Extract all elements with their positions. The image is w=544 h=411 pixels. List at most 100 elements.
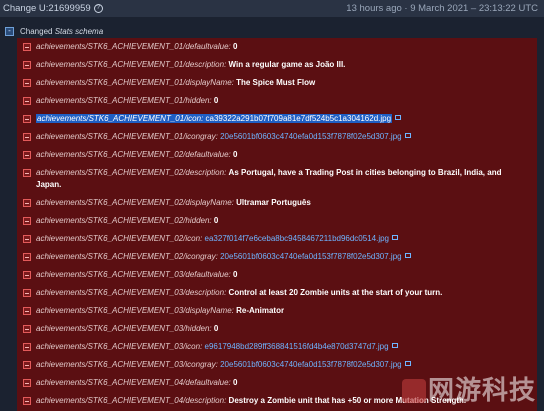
watermark: 网游科技	[427, 376, 536, 406]
watermark-logo	[402, 379, 426, 403]
row-key: achievements/STK6_ACHIEVEMENT_03/default…	[36, 270, 231, 279]
header-bar: Change U:21699959 ? 13 hours ago · 9 Mar…	[0, 0, 544, 17]
removed-icon	[23, 61, 31, 69]
schema-name: Stats schema	[54, 26, 104, 36]
removed-icon	[23, 253, 31, 261]
row-content: achievements/STK6_ACHIEVEMENT_02/icon: e…	[36, 230, 399, 248]
row-content: achievements/STK6_ACHIEVEMENT_01/hidden:…	[36, 92, 218, 110]
row-content: achievements/STK6_ACHIEVEMENT_03/hidden:…	[36, 320, 218, 338]
row-key: achievements/STK6_ACHIEVEMENT_03/hidden:	[36, 324, 212, 333]
row-key: achievements/STK6_ACHIEVEMENT_03/display…	[36, 306, 234, 315]
row-content: achievements/STK6_ACHIEVEMENT_02/hidden:…	[36, 212, 218, 230]
row-key: achievements/STK6_ACHIEVEMENT_02/default…	[36, 150, 231, 159]
row-value: Win a regular game as João III.	[228, 60, 346, 69]
diff-row: achievements/STK6_ACHIEVEMENT_02/icongra…	[17, 248, 537, 266]
collapse-icon[interactable]: -	[5, 26, 14, 36]
row-link[interactable]: 20e5601bf0603c4740efa0d153f7878f02e5d307…	[220, 360, 402, 369]
row-link[interactable]: ca39322a291b07f709a81e7df524b5c1a304162d…	[206, 114, 392, 123]
removed-icon	[23, 397, 31, 405]
row-link[interactable]: 20e5601bf0603c4740efa0d153f7878f02e5d307…	[220, 132, 402, 141]
row-key: achievements/STK6_ACHIEVEMENT_01/icongra…	[36, 132, 218, 141]
row-key: achievements/STK6_ACHIEVEMENT_01/display…	[36, 78, 234, 87]
external-link-icon[interactable]	[404, 133, 411, 139]
row-key: achievements/STK6_ACHIEVEMENT_04/descrip…	[36, 396, 227, 405]
diff-row: achievements/STK6_ACHIEVEMENT_01/icongra…	[17, 128, 537, 146]
removed-icon	[23, 169, 31, 177]
row-content: achievements/STK6_ACHIEVEMENT_01/icon: c…	[36, 110, 402, 128]
removed-icon	[23, 361, 31, 369]
row-content: achievements/STK6_ACHIEVEMENT_02/display…	[36, 194, 311, 212]
external-link-icon[interactable]	[404, 253, 411, 259]
external-link-icon[interactable]	[391, 343, 398, 349]
row-value: Ultramar Português	[236, 198, 311, 207]
diff-row: achievements/STK6_ACHIEVEMENT_03/default…	[17, 266, 537, 284]
row-content: achievements/STK6_ACHIEVEMENT_01/display…	[36, 74, 315, 92]
row-value: The Spice Must Flow	[236, 78, 316, 87]
row-link[interactable]: e9617948bd289ff368841516fd4b4e870d3747d7…	[205, 342, 389, 351]
removed-icon	[23, 115, 31, 123]
diff-row: achievements/STK6_ACHIEVEMENT_02/default…	[17, 146, 537, 164]
diff-row: achievements/STK6_ACHIEVEMENT_02/display…	[17, 194, 537, 212]
row-content: achievements/STK6_ACHIEVEMENT_03/icongra…	[36, 356, 411, 374]
row-content: achievements/STK6_ACHIEVEMENT_01/icongra…	[36, 128, 411, 146]
row-key: achievements/STK6_ACHIEVEMENT_01/descrip…	[36, 60, 227, 69]
diff-row: achievements/STK6_ACHIEVEMENT_01/default…	[17, 38, 537, 56]
removed-icon	[23, 307, 31, 315]
diff-row: achievements/STK6_ACHIEVEMENT_02/descrip…	[17, 164, 537, 194]
diff-row: achievements/STK6_ACHIEVEMENT_01/icon: c…	[17, 110, 537, 128]
external-link-icon[interactable]	[404, 361, 411, 367]
row-link[interactable]: 20e5601bf0603c4740efa0d153f7878f02e5d307…	[220, 252, 402, 261]
row-content: achievements/STK6_ACHIEVEMENT_02/icongra…	[36, 248, 411, 266]
row-content: achievements/STK6_ACHIEVEMENT_04/default…	[36, 374, 237, 392]
schema-label: Changed Stats schema	[20, 27, 103, 36]
row-key: achievements/STK6_ACHIEVEMENT_01/default…	[36, 42, 231, 51]
row-key: achievements/STK6_ACHIEVEMENT_04/default…	[36, 378, 231, 387]
diff-row: achievements/STK6_ACHIEVEMENT_03/icon: e…	[17, 338, 537, 356]
removed-icon	[23, 133, 31, 141]
row-key: achievements/STK6_ACHIEVEMENT_03/icon:	[36, 342, 203, 351]
external-link-icon[interactable]	[395, 115, 402, 121]
row-content: achievements/STK6_ACHIEVEMENT_01/descrip…	[36, 56, 345, 74]
row-value: Control at least 20 Zombie units at the …	[228, 288, 443, 297]
schema-change-line: - Changed Stats schema	[0, 24, 103, 38]
row-content: achievements/STK6_ACHIEVEMENT_03/icon: e…	[36, 338, 398, 356]
row-value: Re-Animator	[236, 306, 285, 315]
row-key: achievements/STK6_ACHIEVEMENT_01/icon:	[37, 114, 204, 123]
removed-icon	[23, 235, 31, 243]
removed-icon	[23, 379, 31, 387]
diff-row: achievements/STK6_ACHIEVEMENT_03/display…	[17, 302, 537, 320]
removed-icon	[23, 43, 31, 51]
removed-icon	[23, 325, 31, 333]
selected-text[interactable]: achievements/STK6_ACHIEVEMENT_01/icon: c…	[36, 114, 393, 123]
external-link-icon[interactable]	[392, 235, 399, 241]
row-content: achievements/STK6_ACHIEVEMENT_03/display…	[36, 302, 284, 320]
row-value: 0	[233, 150, 238, 159]
schema-prefix: Changed	[20, 26, 55, 36]
row-value-continued: Japan.	[36, 180, 62, 189]
row-key: achievements/STK6_ACHIEVEMENT_02/descrip…	[36, 168, 227, 177]
row-key: achievements/STK6_ACHIEVEMENT_03/icongra…	[36, 360, 218, 369]
help-icon[interactable]: ?	[93, 4, 103, 13]
change-id[interactable]: Change U:21699959 ?	[3, 3, 103, 14]
removed-icon	[23, 151, 31, 159]
row-key: achievements/STK6_ACHIEVEMENT_03/descrip…	[36, 288, 227, 297]
row-key: achievements/STK6_ACHIEVEMENT_02/icon:	[36, 234, 203, 243]
row-key: achievements/STK6_ACHIEVEMENT_02/display…	[36, 198, 234, 207]
removed-icon	[23, 343, 31, 351]
row-value: 0	[233, 42, 238, 51]
row-link[interactable]: ea327f014f7e6ceba8bc9458467211bd96dc0514…	[205, 234, 389, 243]
change-label[interactable]: Change U:21699959	[3, 3, 91, 14]
row-content: achievements/STK6_ACHIEVEMENT_02/descrip…	[36, 167, 501, 191]
removed-icon	[23, 217, 31, 225]
row-key: achievements/STK6_ACHIEVEMENT_01/hidden:	[36, 96, 212, 105]
removed-icon	[23, 199, 31, 207]
row-content: achievements/STK6_ACHIEVEMENT_03/default…	[36, 266, 237, 284]
removed-icon	[23, 271, 31, 279]
row-key: achievements/STK6_ACHIEVEMENT_02/hidden:	[36, 216, 212, 225]
removed-icon	[23, 97, 31, 105]
row-content: achievements/STK6_ACHIEVEMENT_03/descrip…	[36, 284, 442, 302]
row-value: 0	[233, 378, 238, 387]
row-key: achievements/STK6_ACHIEVEMENT_02/icongra…	[36, 252, 218, 261]
row-value: As Portugal, have a Trading Post in citi…	[228, 168, 502, 177]
row-value: 0	[213, 324, 219, 333]
